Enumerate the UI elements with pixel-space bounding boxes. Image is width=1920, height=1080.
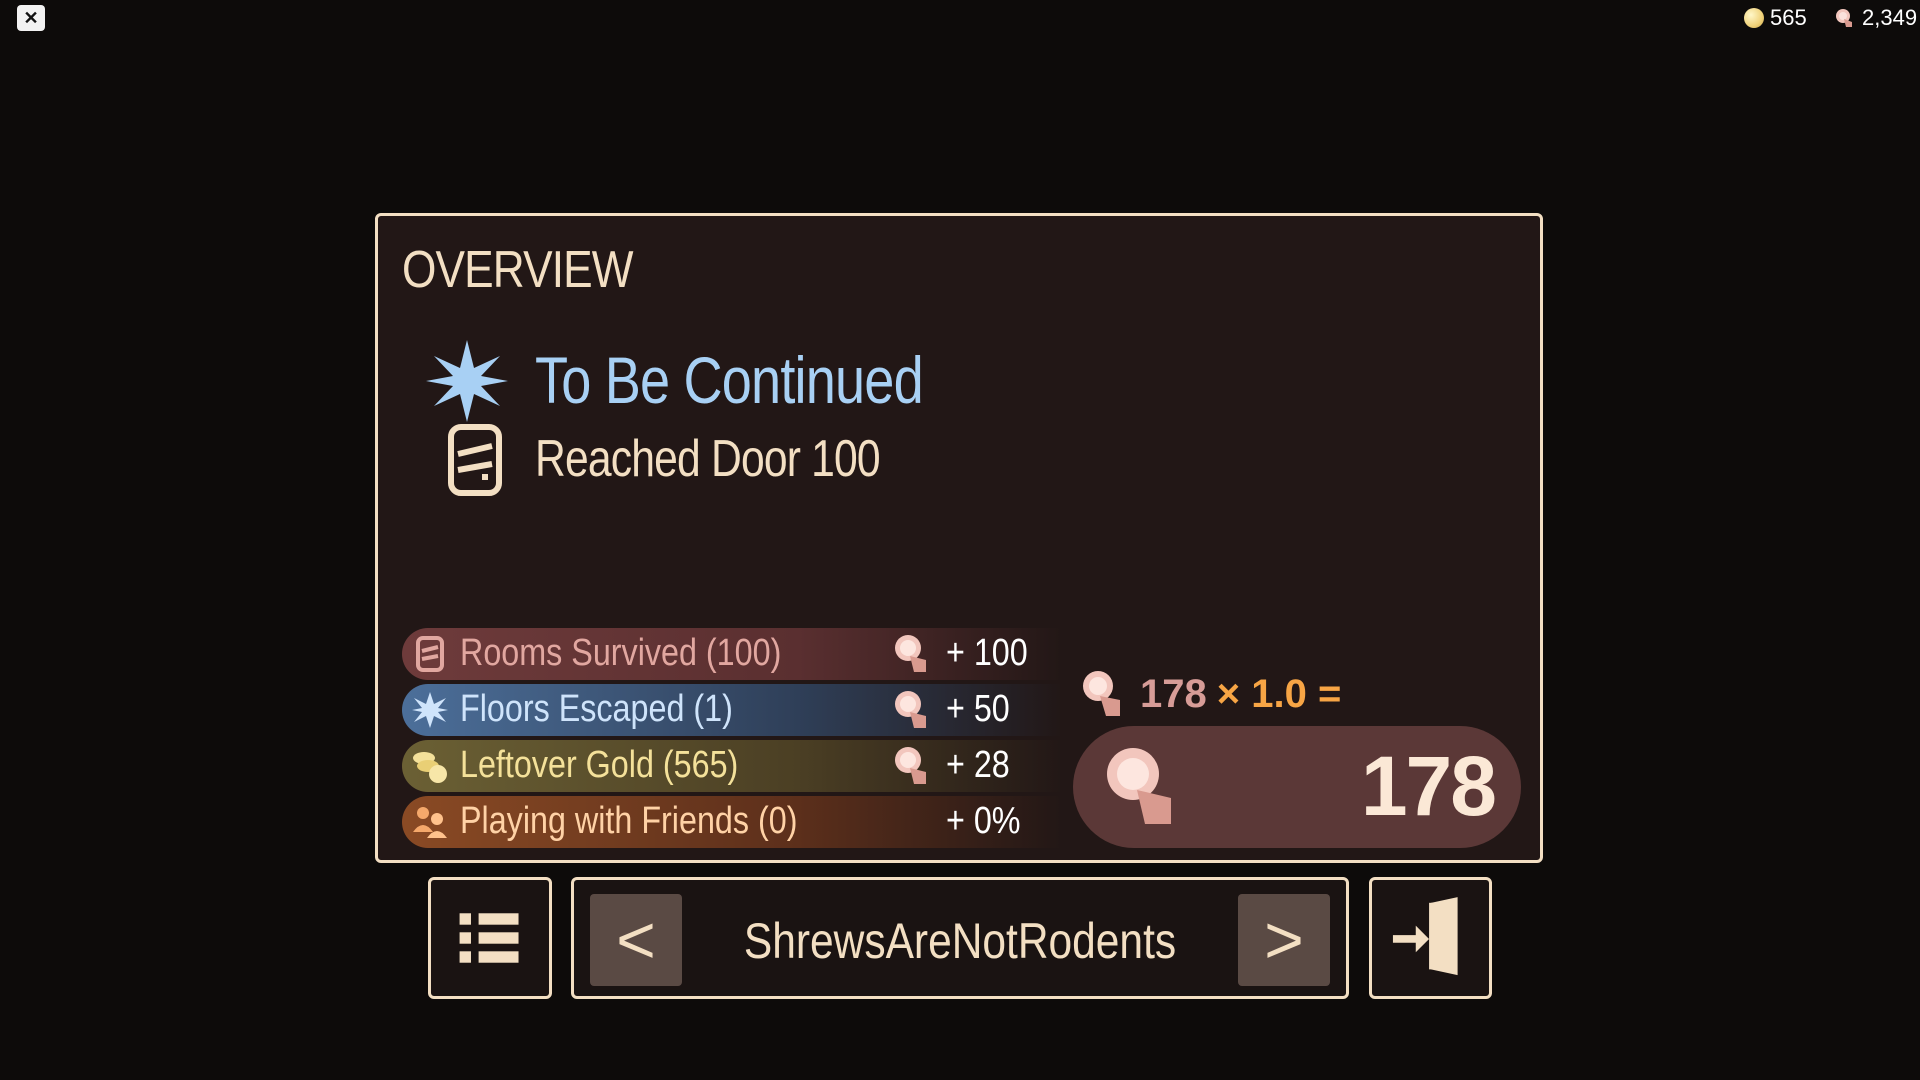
star-icon	[412, 692, 448, 728]
overview-title: OVERVIEW	[402, 241, 633, 299]
list-icon	[459, 913, 519, 963]
friends-icon	[413, 807, 447, 838]
leave-button[interactable]	[1369, 877, 1492, 999]
stat-value: + 100	[946, 632, 1028, 674]
overview-panel: OVERVIEW To Be Continued Reached Door 10…	[375, 213, 1543, 863]
knobs-counter: 2,349	[1834, 5, 1918, 30]
formula-multiplier: × 1.0 =	[1216, 671, 1342, 716]
stat-value: + 50	[946, 688, 1010, 730]
gold-coin-icon	[1744, 8, 1764, 28]
player-selector: < ShrewsAreNotRodents >	[571, 877, 1349, 999]
knobs-amount: 2,349	[1862, 5, 1918, 30]
formula-base: 178	[1140, 671, 1207, 716]
gold-counter: 565	[1744, 5, 1807, 30]
knob-icon	[895, 691, 926, 728]
close-button[interactable]: ✕	[17, 5, 45, 31]
door-icon	[416, 636, 444, 672]
stat-label: Floors Escaped (1)	[460, 688, 733, 730]
gold-pile-icon	[413, 752, 447, 783]
knob-icon	[1107, 748, 1171, 824]
total-value: 178	[1360, 739, 1497, 833]
stat-label: Leftover Gold (565)	[460, 744, 739, 786]
list-button[interactable]	[428, 877, 552, 999]
achievement-subtitle: Reached Door 100	[535, 430, 881, 488]
next-player-button[interactable]: >	[1238, 894, 1330, 986]
star-icon	[426, 340, 508, 422]
knob-icon	[895, 747, 926, 784]
stat-label: Playing with Friends (0)	[460, 800, 798, 842]
stat-value: + 0%	[946, 800, 1021, 842]
achievement-title: To Be Continued	[535, 343, 924, 417]
exit-door-icon	[1392, 897, 1458, 976]
gold-amount: 565	[1770, 5, 1807, 30]
door-icon	[448, 424, 502, 496]
total-knobs: 178	[1073, 726, 1521, 848]
stat-row-gold: Leftover Gold (565) + 28	[402, 740, 1062, 792]
stat-label: Rooms Survived (100)	[460, 632, 782, 674]
stat-value: + 28	[946, 744, 1010, 786]
knob-icon	[895, 635, 926, 672]
player-name: ShrewsAreNotRodents	[743, 913, 1177, 969]
knobs-formula: 178 × 1.0 =	[1078, 668, 1341, 720]
stat-row-floors: Floors Escaped (1) + 50	[402, 684, 1062, 736]
stat-row-friends: Playing with Friends (0) + 0%	[402, 796, 1062, 848]
stat-row-rooms: Rooms Survived (100) + 100	[402, 628, 1062, 680]
knob-icon	[1836, 9, 1852, 27]
knob-icon	[1083, 671, 1120, 716]
prev-player-button[interactable]: <	[590, 894, 682, 986]
